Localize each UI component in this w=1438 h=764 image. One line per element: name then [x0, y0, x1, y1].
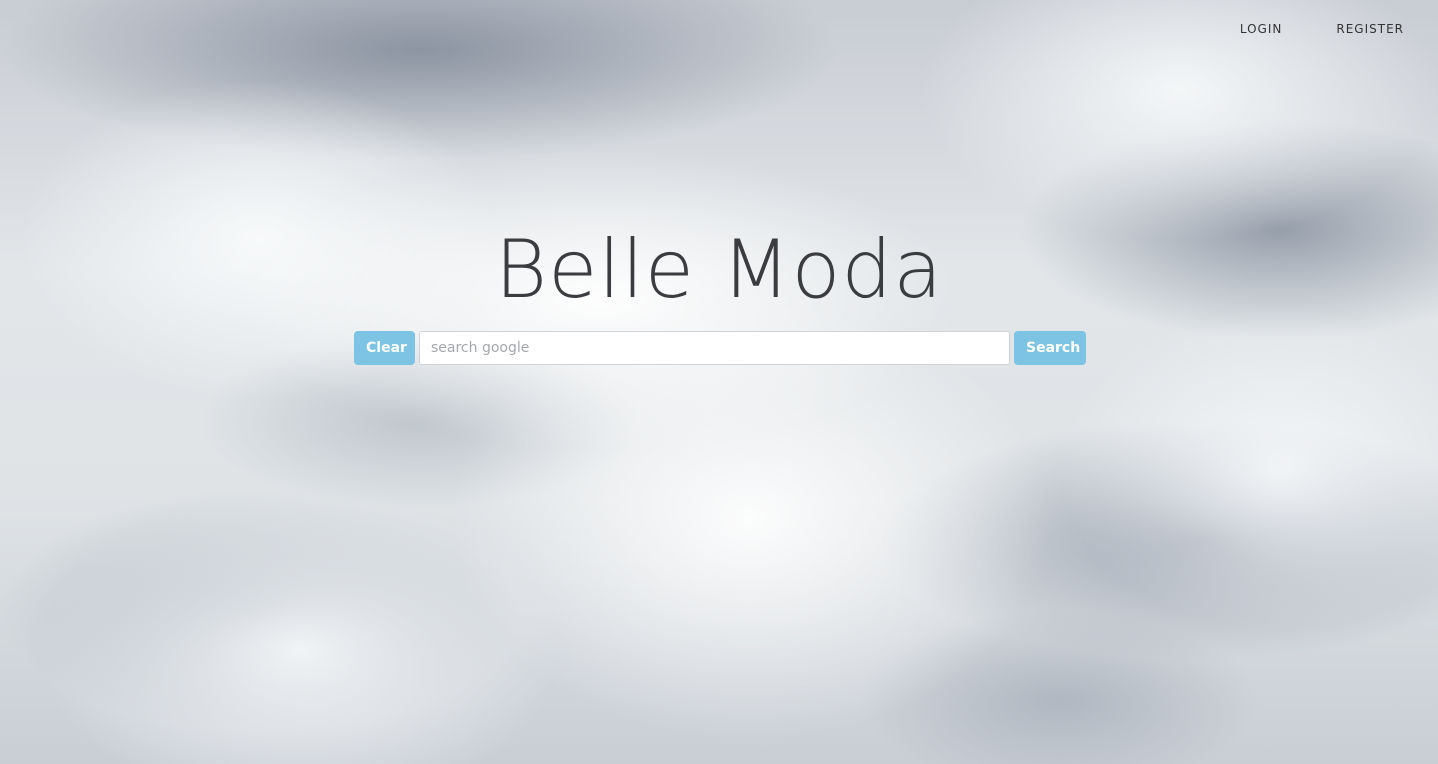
clear-button[interactable]: Clear — [354, 331, 415, 365]
login-link[interactable]: LOGIN — [1240, 20, 1283, 38]
landing-page: LOGIN REGISTER Belle Moda Clear Search — [0, 0, 1438, 764]
register-link[interactable]: REGISTER — [1336, 20, 1404, 38]
search-input[interactable] — [419, 331, 1010, 365]
brand-title: Belle Moda — [494, 223, 944, 316]
top-nav: LOGIN REGISTER — [1240, 20, 1404, 38]
search-button[interactable]: Search — [1014, 331, 1086, 365]
search-form: Clear Search — [354, 331, 1086, 365]
